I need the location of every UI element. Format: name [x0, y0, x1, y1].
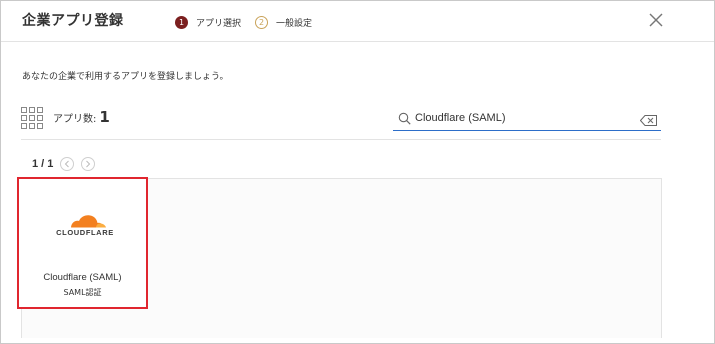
cloudflare-logo-text: CLOUDFLARE: [56, 228, 114, 237]
chevron-left-icon: [65, 160, 70, 168]
search-input[interactable]: [415, 109, 630, 127]
divider: [21, 139, 661, 140]
chevron-right-icon: [86, 160, 91, 168]
search-icon: [398, 112, 411, 125]
step-number-1: 1: [175, 16, 188, 29]
search-box: [393, 107, 661, 131]
prev-page-button[interactable]: [60, 157, 75, 171]
next-page-button[interactable]: [81, 157, 96, 171]
app-auth-type: SAML認証: [63, 288, 102, 297]
description-text: あなたの企業で利用するアプリを登録しましょう。: [22, 72, 229, 82]
app-count-value: 1: [99, 108, 110, 126]
step-number-2: 2: [255, 16, 268, 29]
step-label-general-settings: 一般設定: [276, 19, 313, 29]
step-label-app-select: アプリ選択: [196, 19, 242, 29]
page-indicator: 1 / 1: [32, 158, 54, 170]
modal-title: 企業アプリ登録: [22, 13, 124, 29]
modal-header: 企業アプリ登録 1 アプリ選択 2 一般設定: [1, 1, 714, 42]
grid-view-icon: [21, 107, 43, 129]
pagination: 1 / 1: [32, 157, 96, 171]
app-card-cloudflare[interactable]: CLOUDFLARE Cloudflare (SAML) SAML認証: [17, 177, 148, 309]
app-count-label: アプリ数:: [53, 114, 97, 125]
app-count: アプリ数: 1: [53, 108, 110, 126]
app-name: Cloudflare (SAML): [43, 272, 122, 283]
step-general-settings: 2 一般設定: [255, 16, 312, 29]
step-app-select: 1 アプリ選択: [175, 16, 241, 29]
clear-input-icon[interactable]: [640, 115, 657, 126]
modal-dialog: 企業アプリ登録 1 アプリ選択 2 一般設定 あなたの企業で利用するアプリを登録…: [0, 0, 715, 344]
close-icon[interactable]: [648, 12, 664, 28]
